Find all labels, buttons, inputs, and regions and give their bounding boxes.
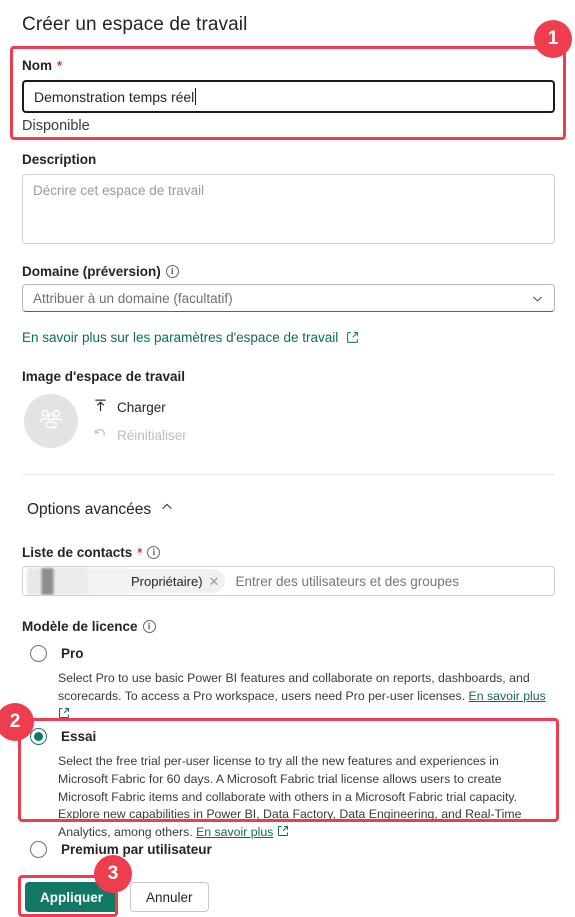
contact-list-placeholder: Entrer des utilisateurs et des groupes [235, 573, 460, 589]
annotation-badge-2: 2 [0, 703, 34, 741]
radio-premium-par-utilisateur[interactable] [30, 841, 47, 858]
name-input[interactable]: Demonstration temps réel [22, 80, 555, 113]
people-group-icon [36, 404, 66, 439]
description-field-label: Description [22, 152, 96, 167]
upload-label: Charger [117, 399, 166, 415]
upload-image-button[interactable]: Charger [93, 398, 166, 416]
close-icon[interactable]: ✕ [209, 575, 220, 588]
learn-more-link-text: En savoir plus sur les paramètres d'espa… [22, 330, 339, 345]
workspace-image-label-text: Image d'espace de travail [22, 369, 186, 384]
license-option-premium-label: Premium par utilisateur [61, 842, 212, 857]
info-icon[interactable]: i [165, 265, 179, 278]
contact-list-label: Liste de contacts * i [22, 545, 161, 560]
advanced-options-toggle[interactable]: Options avancées [27, 500, 174, 519]
domain-selected-value: Attribuer à un domaine (facultatif) [33, 290, 233, 306]
license-model-label-text: Modèle de licence [22, 619, 138, 634]
required-asterisk: * [137, 545, 143, 560]
workspace-image-label: Image d'espace de travail [22, 369, 185, 384]
text-cursor [195, 88, 197, 105]
workspace-avatar [24, 394, 78, 448]
name-field-label: Nom * [22, 58, 62, 73]
upload-arrow-icon [93, 398, 108, 416]
description-placeholder: Décrire cet espace de travail [33, 183, 205, 198]
license-option-pro[interactable]: Pro [30, 645, 84, 662]
required-asterisk: * [57, 58, 63, 73]
chevron-down-icon [531, 292, 544, 305]
contact-pill[interactable]: Propriétaire) ✕ [27, 568, 226, 595]
advanced-options-label: Options avancées [27, 500, 152, 518]
pro-learn-more-link[interactable]: En savoir plus [469, 689, 546, 703]
external-link-icon [58, 707, 70, 721]
radio-essai[interactable] [30, 728, 47, 745]
license-option-essai-description: Select the free trial per-user license t… [58, 753, 550, 842]
name-label-text: Nom [22, 58, 52, 73]
create-workspace-dialog: Créer un espace de travail Nom * Demonst… [0, 0, 575, 917]
info-icon[interactable]: i [147, 546, 161, 559]
name-availability-status: Disponible [22, 118, 90, 134]
redacted-name-block [27, 568, 129, 595]
domain-label-text: Domaine (préversion) [22, 264, 161, 279]
external-link-icon [346, 331, 359, 344]
domain-select[interactable]: Attribuer à un domaine (facultatif) [22, 284, 555, 312]
license-option-essai-label: Essai [61, 729, 97, 744]
external-link-icon [277, 825, 289, 839]
annotation-badge-1: 1 [534, 20, 572, 58]
info-icon[interactable]: i [142, 620, 156, 633]
workspace-settings-learn-more-link[interactable]: En savoir plus sur les paramètres d'espa… [22, 330, 359, 345]
page-title: Créer un espace de travail [22, 14, 248, 35]
essai-description-text: Select the free trial per-user license t… [58, 754, 522, 840]
chevron-up-icon [160, 500, 174, 519]
pro-description-text: Select Pro to use basic Power BI feature… [58, 671, 530, 703]
license-option-pro-label: Pro [61, 646, 84, 661]
cancel-button[interactable]: Annuler [130, 882, 209, 912]
annotation-badge-3: 3 [94, 855, 132, 893]
reset-label: Réinitialiser [117, 427, 187, 443]
license-option-premium-par-utilisateur[interactable]: Premium par utilisateur [30, 841, 212, 858]
license-option-pro-description: Select Pro to use basic Power BI feature… [58, 670, 548, 723]
description-textarea[interactable]: Décrire cet espace de travail [22, 174, 555, 244]
contact-list-label-text: Liste de contacts [22, 545, 133, 560]
radio-pro[interactable] [30, 645, 47, 662]
description-label-text: Description [22, 152, 97, 167]
domain-field-label: Domaine (préversion) i [22, 264, 179, 279]
contact-list-input[interactable]: Propriétaire) ✕ Entrer des utilisateurs … [22, 566, 555, 596]
undo-arrow-icon [93, 426, 108, 444]
reset-image-button: Réinitialiser [93, 426, 187, 444]
essai-learn-more-link[interactable]: En savoir plus [196, 825, 273, 839]
section-divider [22, 474, 555, 475]
license-option-essai[interactable]: Essai [30, 728, 96, 745]
license-model-label: Modèle de licence i [22, 619, 156, 634]
name-input-value: Demonstration temps réel [34, 88, 195, 105]
